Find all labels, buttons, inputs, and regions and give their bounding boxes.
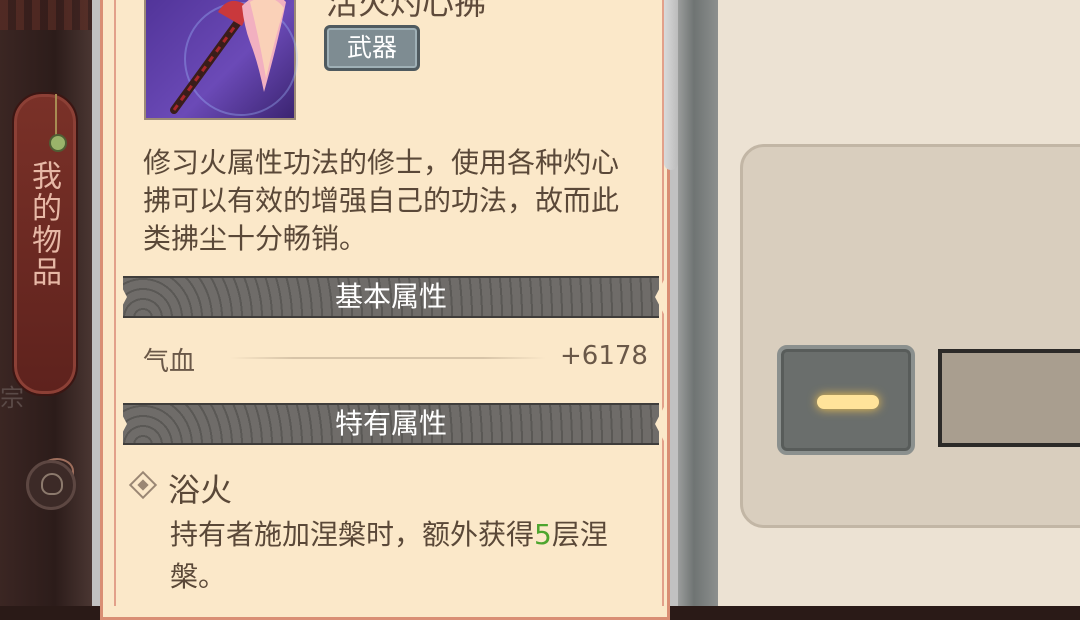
my-items-tab-label: 我的物品	[26, 160, 61, 288]
item-description: 修习火属性功法的修士，使用各种灼心拂可以有效的增强自己的功法，故而此类拂尘十分畅…	[143, 146, 620, 255]
stat-divider	[230, 357, 546, 359]
special-attributes-header: 特有属性	[123, 403, 659, 445]
bag-icon	[41, 473, 63, 495]
sect-label: 宗	[0, 384, 24, 412]
dialog-right-edge	[664, 0, 718, 606]
bag-button[interactable]	[26, 460, 76, 510]
scroll-handle[interactable]	[664, 0, 678, 170]
collapse-button[interactable]	[777, 345, 915, 455]
whisk-weapon-icon	[170, 0, 286, 114]
equipment-panel	[740, 144, 1080, 528]
skill-stack-count: 5	[534, 518, 552, 551]
minus-icon	[817, 395, 879, 409]
top-decoration	[0, 0, 92, 30]
item-type-tag: 武器	[324, 25, 420, 71]
stat-name: 气血	[143, 347, 196, 377]
tab-knot-icon	[49, 134, 67, 152]
basic-attributes-title: 基本属性	[334, 280, 447, 313]
special-attributes-title: 特有属性	[334, 407, 447, 440]
left-sidebar: 我的物品 宗	[0, 0, 92, 606]
skill-desc-before: 持有者施加涅槃时，额外获得	[170, 518, 535, 551]
item-title: 活火灼心拂	[326, 0, 487, 22]
skill-name: 浴火	[168, 471, 233, 509]
empty-slot[interactable]	[938, 349, 1080, 447]
skill-description: 持有者施加涅槃时，额外获得5层涅槃。	[170, 514, 630, 598]
basic-attributes-header: 基本属性	[123, 276, 659, 318]
stat-value: +6178	[560, 341, 648, 371]
item-image	[144, 0, 298, 120]
